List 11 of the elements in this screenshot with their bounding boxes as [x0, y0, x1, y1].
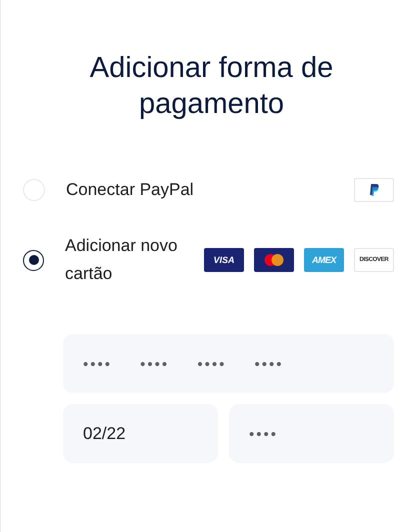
card-number-field[interactable]: •••• •••• •••• ••••	[63, 334, 394, 393]
option-label[interactable]: Adicionar novo cartão	[65, 232, 199, 288]
paypal-logo	[354, 178, 394, 202]
option-label[interactable]: Conectar PayPal	[66, 176, 200, 204]
expiry-field[interactable]: 02/22	[63, 404, 218, 463]
visa-logo: VISA	[204, 248, 244, 272]
radio-button[interactable]	[23, 250, 44, 270]
amex-logo: AMEX	[304, 248, 344, 272]
mastercard-logo	[254, 248, 294, 272]
page-title: Adicionar forma de pagamento	[88, 51, 334, 122]
cvv-field[interactable]: ••••	[229, 404, 394, 463]
